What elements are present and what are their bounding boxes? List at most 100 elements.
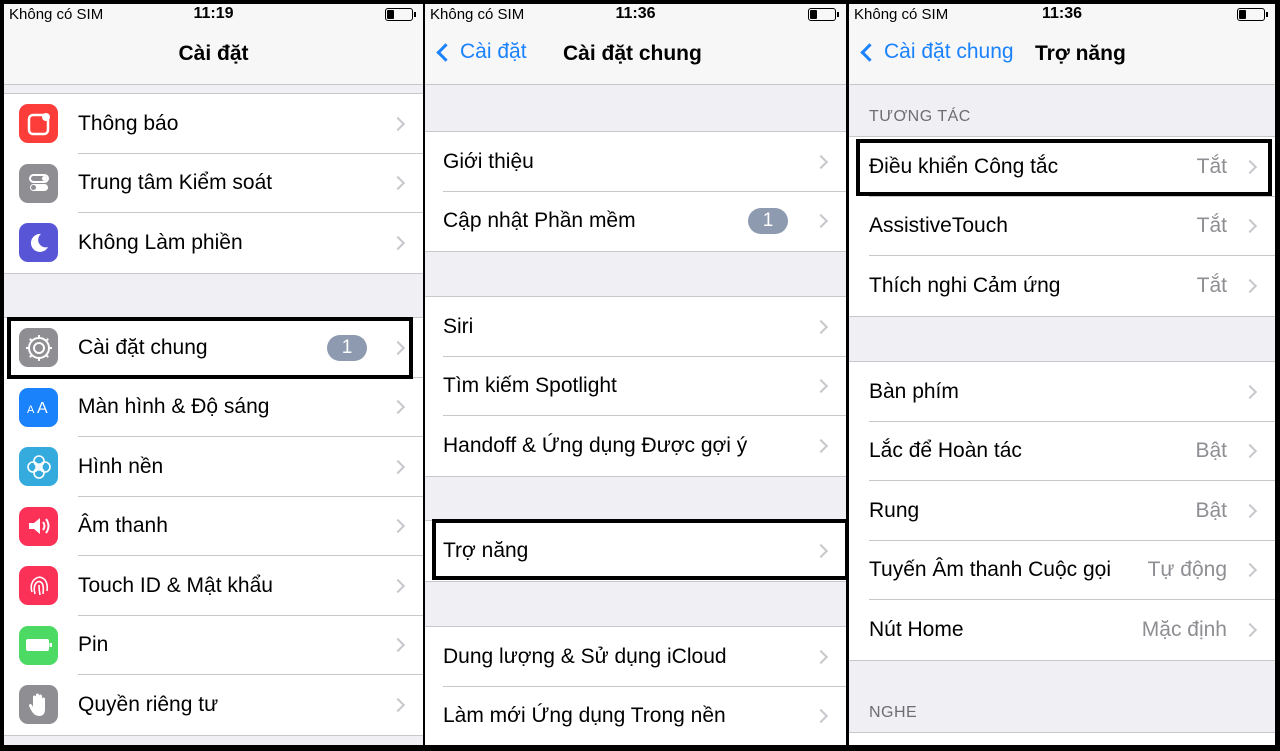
accessibility-item-shake-to-undo[interactable]: Lắc để Hoàn tác Bật (849, 422, 1275, 481)
accessibility-item-home-button[interactable]: Nút Home Mặc định (849, 600, 1275, 660)
general-item-siri[interactable]: Siri (425, 297, 846, 357)
battery-icon (385, 8, 416, 21)
update-badge: 1 (327, 334, 367, 361)
section-header-interaction: TƯƠNG TÁC (869, 108, 971, 125)
settings-item-display-brightness[interactable]: AA Màn hình & Độ sáng (4, 378, 423, 437)
settings-item-privacy[interactable]: Quyền riêng tư (4, 675, 423, 735)
chevron-right-icon (813, 214, 829, 229)
chevron-right-icon (813, 154, 829, 169)
general-item-about[interactable]: Giới thiệu (425, 132, 846, 192)
status-bar: Không có SIM 11:19 (4, 4, 423, 26)
svg-text:A: A (37, 400, 48, 417)
chevron-right-icon (813, 709, 829, 724)
update-badge: 1 (748, 208, 788, 235)
chevron-right-icon (390, 235, 406, 250)
settings-item-label: Quyền riêng tư (78, 692, 219, 716)
control-center-icon (19, 163, 58, 203)
chevron-right-icon (813, 649, 829, 664)
general-item-accessibility[interactable]: Trợ năng (425, 521, 846, 581)
accessibility-item-label: Bàn phím (869, 379, 959, 403)
back-label: Cài đặt (460, 40, 527, 63)
settings-item-label: Màn hình & Độ sáng (78, 395, 270, 419)
chevron-right-icon (390, 578, 406, 593)
settings-item-label: Thông báo (78, 111, 179, 135)
nav-bar: Cài đặt (4, 26, 423, 85)
settings-item-notifications[interactable]: Thông báo (4, 94, 423, 154)
speaker-icon (19, 506, 58, 546)
accessibility-item-value: Tự động (1147, 558, 1227, 582)
svg-text:A: A (27, 404, 35, 416)
settings-item-battery[interactable]: Pin (4, 616, 423, 675)
accessibility-item-touch-accommodations[interactable]: Thích nghi Cảm ứng Tắt (849, 256, 1275, 316)
back-button[interactable]: Cài đặt (433, 40, 527, 64)
accessibility-group-interaction: Điều khiển Công tắc Tắt AssistiveTouch T… (849, 136, 1275, 317)
accessibility-item-assistivetouch[interactable]: AssistiveTouch Tắt (849, 197, 1275, 256)
clock: 11:19 (193, 5, 234, 22)
chevron-right-icon (390, 340, 406, 355)
notifications-icon (19, 104, 58, 144)
accessibility-item-label: Thích nghi Cảm ứng (869, 273, 1061, 297)
chevron-right-icon (1242, 159, 1258, 174)
chevron-right-icon (1242, 219, 1258, 234)
accessibility-item-value: Bật (1195, 439, 1227, 463)
chevron-right-icon (813, 319, 829, 334)
back-label: Cài đặt chung (884, 40, 1014, 63)
general-settings-screen: Không có SIM 11:36 Cài đặt Cài đặt chung… (425, 4, 846, 745)
settings-item-general[interactable]: Cài đặt chung 1 (4, 318, 423, 378)
moon-icon (19, 223, 58, 263)
settings-item-label: Âm thanh (78, 514, 168, 538)
chevron-right-icon (390, 176, 406, 191)
settings-item-control-center[interactable]: Trung tâm Kiểm soát (4, 154, 423, 213)
chevron-right-icon (1242, 622, 1258, 637)
chevron-left-icon (436, 42, 455, 62)
accessibility-item-value: Mặc định (1141, 617, 1227, 641)
general-item-label: Handoff & Ứng dụng Được gợi ý (443, 433, 748, 457)
accessibility-item-label: Rung (869, 498, 920, 522)
general-item-label: Dung lượng & Sử dụng iCloud (443, 644, 727, 668)
chevron-right-icon (390, 519, 406, 534)
chevron-right-icon (390, 400, 406, 415)
gear-icon (19, 328, 58, 368)
page-title: Cài đặt (178, 42, 249, 65)
general-item-software-update[interactable]: Cập nhật Phần mềm 1 (425, 192, 846, 252)
chevron-right-icon (390, 697, 406, 712)
general-item-handoff[interactable]: Handoff & Ứng dụng Được gợi ý (425, 416, 846, 476)
wallpaper-flower-icon (19, 447, 58, 487)
general-item-label: Tìm kiếm Spotlight (443, 374, 617, 398)
settings-item-touch-id[interactable]: Touch ID & Mật khẩu (4, 556, 423, 616)
accessibility-item-value: Tắt (1196, 214, 1227, 238)
display-brightness-icon: AA (19, 387, 58, 427)
chevron-right-icon (1242, 278, 1258, 293)
settings-item-do-not-disturb[interactable]: Không Làm phiền (4, 213, 423, 273)
general-group-3: Trợ năng (425, 520, 846, 582)
general-item-background-refresh[interactable]: Làm mới Ứng dụng Trong nền (425, 687, 846, 746)
settings-item-label: Không Làm phiền (78, 230, 243, 254)
settings-item-wallpaper[interactable]: Hình nền (4, 437, 423, 497)
accessibility-item-call-audio-routing[interactable]: Tuyến Âm thanh Cuộc gọi Tự động (849, 541, 1275, 600)
chevron-right-icon (390, 116, 406, 131)
chevron-right-icon (1242, 563, 1258, 578)
chevron-right-icon (1242, 444, 1258, 459)
chevron-right-icon (813, 438, 829, 453)
general-item-spotlight[interactable]: Tìm kiếm Spotlight (425, 357, 846, 416)
general-item-label: Siri (443, 314, 474, 338)
settings-item-sounds[interactable]: Âm thanh (4, 497, 423, 556)
page-title: Trợ năng (1035, 42, 1126, 65)
accessibility-item-switch-control[interactable]: Điều khiển Công tắc Tắt (849, 137, 1275, 197)
general-item-storage-icloud[interactable]: Dung lượng & Sử dụng iCloud (425, 627, 846, 687)
clock: 11:36 (615, 5, 656, 22)
accessibility-item-keyboard[interactable]: Bàn phím (849, 362, 1275, 422)
settings-group-2: Cài đặt chung 1 AA Màn hình & Độ sáng Hì… (4, 317, 423, 736)
battery-icon (1237, 8, 1268, 21)
accessibility-item-label: Tuyến Âm thanh Cuộc gọi (869, 558, 1112, 582)
accessibility-item-value: Tắt (1196, 273, 1227, 297)
accessibility-item-vibration[interactable]: Rung Bật (849, 481, 1275, 541)
chevron-right-icon (1242, 384, 1258, 399)
nav-bar: Cài đặt chung Trợ năng (849, 26, 1275, 85)
accessibility-item-label: Nút Home (869, 617, 964, 641)
back-button[interactable]: Cài đặt chung (857, 40, 1014, 64)
section-header-hearing: NGHE (869, 704, 918, 721)
settings-item-label: Pin (78, 633, 109, 657)
settings-item-label: Hình nền (78, 454, 164, 478)
nav-bar: Cài đặt Cài đặt chung (425, 26, 846, 85)
